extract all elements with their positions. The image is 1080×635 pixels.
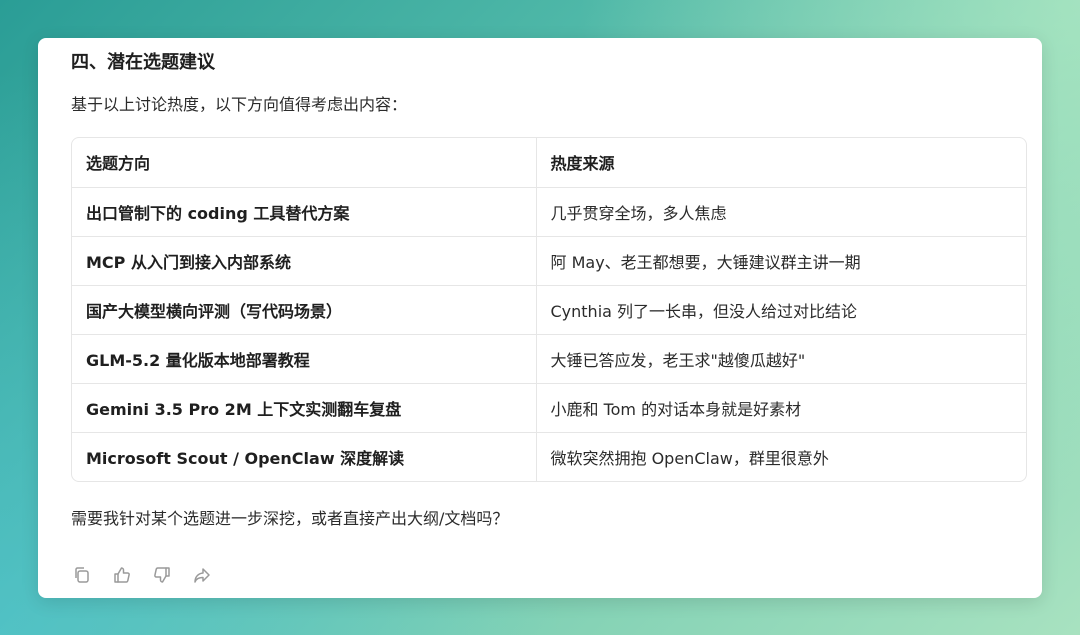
dislike-button[interactable] [151,564,173,586]
table-row: 国产大模型横向评测（写代码场景） Cynthia 列了一长串，但没人给过对比结论 [72,285,1026,335]
topic-cell: 出口管制下的 coding 工具替代方案 [72,187,537,237]
table-row: Microsoft Scout / OpenClaw 深度解读 微软突然拥抱 O… [72,432,1026,481]
table-row: GLM-5.2 量化版本地部署教程 大锤已答应发，老王求"越傻瓜越好" [72,334,1026,384]
source-cell: 微软突然拥抱 OpenClaw，群里很意外 [550,448,829,468]
share-icon [194,568,210,583]
topic-cell: 国产大模型横向评测（写代码场景） [72,285,537,335]
source-cell: Cynthia 列了一长串，但没人给过对比结论 [536,285,1026,335]
thumbs-up-icon [114,567,130,583]
source-cell: 大锤已答应发，老王求"越傻瓜越好" [536,334,1026,384]
closing-text: 需要我针对某个选题进一步深挖，或者直接产出大纲/文档吗？ [71,509,509,528]
section-heading: 四、潜在选题建议 [71,52,215,73]
table-row: 出口管制下的 coding 工具替代方案 几乎贯穿全场，多人焦虑 [72,187,1026,237]
topic-table: 选题方向 热度来源 出口管制下的 coding 工具替代方案 几乎贯穿全场，多人… [71,137,1027,482]
source-cell: 几乎贯穿全场，多人焦虑 [536,187,1026,237]
like-button[interactable] [111,564,133,586]
topic-cell: MCP 从入门到接入内部系统 [72,236,537,286]
column-header-source: 热度来源 [536,138,1026,188]
topic-cell: Gemini 3.5 Pro 2M 上下文实测翻车复盘 [72,383,537,433]
share-button[interactable] [191,564,213,586]
topic-cell: Microsoft Scout / OpenClaw 深度解读 [72,432,537,481]
chat-message-card: 四、潜在选题建议 基于以上讨论热度，以下方向值得考虑出内容： 选题方向 热度来源… [38,38,1042,598]
thumbs-down-icon [154,567,170,583]
table-header-row: 选题方向 热度来源 [72,138,1026,188]
message-actions [71,564,213,586]
source-cell: 小鹿和 Tom 的对话本身就是好素材 [536,383,1026,433]
topic-cell: GLM-5.2 量化版本地部署教程 [72,334,537,384]
table-row: Gemini 3.5 Pro 2M 上下文实测翻车复盘 小鹿和 Tom 的对话本… [72,383,1026,433]
table-row: MCP 从入门到接入内部系统 阿 May、老王都想要，大锤建议群主讲一期 [72,236,1026,286]
intro-text: 基于以上讨论热度，以下方向值得考虑出内容： [71,95,408,114]
source-cell: 阿 May、老王都想要，大锤建议群主讲一期 [536,236,1026,286]
copy-button[interactable] [71,564,93,586]
copy-icon [75,567,89,583]
column-header-topic: 选题方向 [72,138,537,188]
